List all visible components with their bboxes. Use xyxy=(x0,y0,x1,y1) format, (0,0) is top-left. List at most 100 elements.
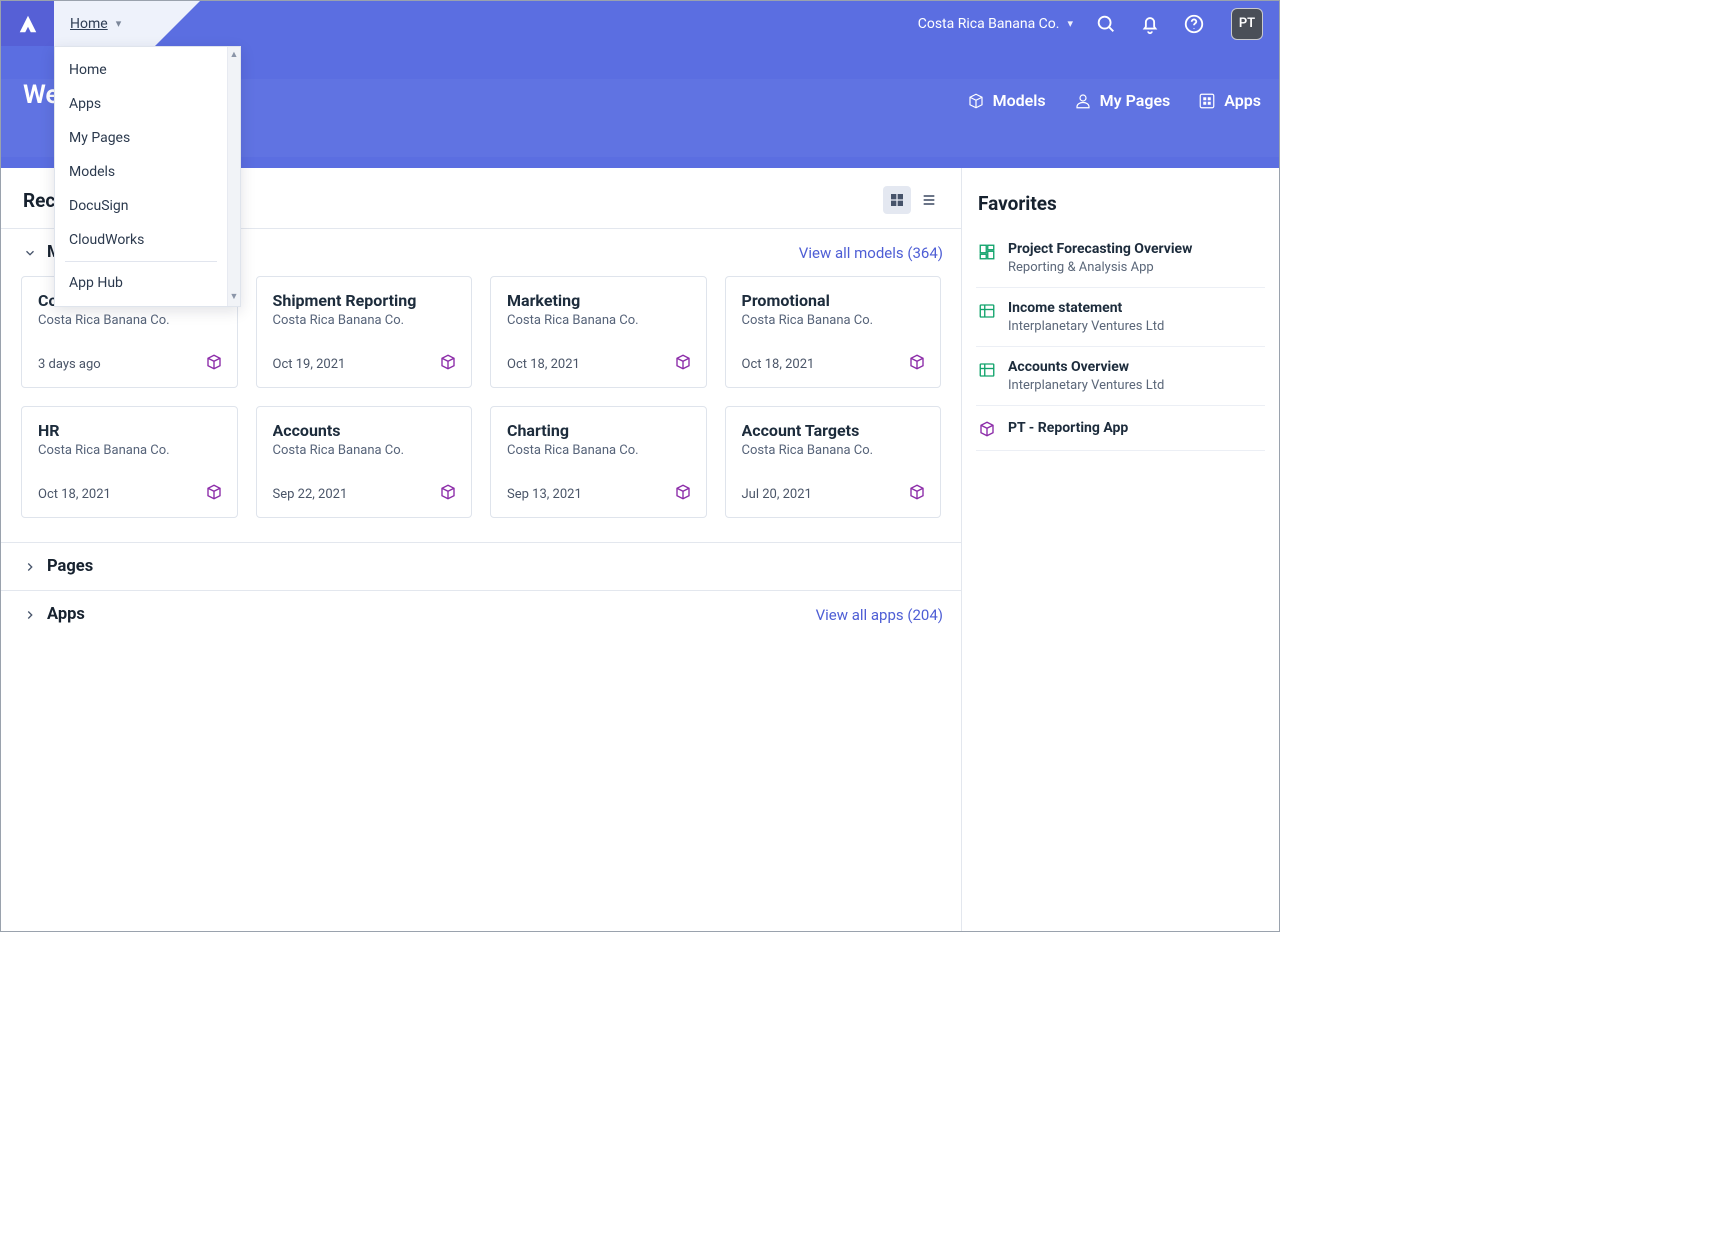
app-logo[interactable] xyxy=(1,1,54,46)
model-card-title: Marketing xyxy=(507,291,692,310)
favorite-subtitle: Interplanetary Ventures Ltd xyxy=(1008,319,1164,334)
model-card-date: Sep 13, 2021 xyxy=(507,487,582,502)
favorite-title: Income statement xyxy=(1008,300,1164,316)
model-card-title: HR xyxy=(38,421,223,440)
models-grid: Costa Rica BananaCosta Rica Banana Co.3 … xyxy=(1,276,961,542)
model-icon xyxy=(674,353,692,375)
avatar[interactable]: PT xyxy=(1231,8,1263,40)
dropdown-item[interactable]: Models xyxy=(55,155,227,189)
grid-view-button[interactable] xyxy=(883,186,911,214)
models-toggle[interactable] xyxy=(23,246,37,260)
model-card-subtitle: Costa Rica Banana Co. xyxy=(273,443,458,458)
model-card-subtitle: Costa Rica Banana Co. xyxy=(507,313,692,328)
model-card[interactable]: Account Targets Costa Rica Banana Co. Jul … xyxy=(725,406,942,518)
top-icon-bar: PT xyxy=(1095,8,1279,40)
favorite-title: Project Forecasting Overview xyxy=(1008,241,1192,257)
model-card-title: Account Targets xyxy=(742,421,927,440)
model-card[interactable]: AccountsCosta Rica Banana Co.Sep 22, 202… xyxy=(256,406,473,518)
model-card[interactable]: PromotionalCosta Rica Banana Co.Oct 18, … xyxy=(725,276,942,388)
model-icon xyxy=(908,353,926,375)
nav-apps-label: Apps xyxy=(1224,91,1261,110)
model-card-subtitle: Costa Rica Banana Co. xyxy=(742,313,927,328)
model-card-title: Promotional xyxy=(742,291,927,310)
dropdown-item[interactable]: CloudWorks xyxy=(55,223,227,257)
favorite-subtitle: Interplanetary Ventures Ltd xyxy=(1008,378,1164,393)
nav-my-pages[interactable]: My Pages xyxy=(1074,91,1171,110)
favorites-heading: Favorites xyxy=(978,192,1265,215)
pages-toggle[interactable] xyxy=(23,560,37,574)
model-icon xyxy=(205,353,223,375)
apps-section-head: Apps View all apps (204) xyxy=(1,591,961,638)
logo-icon xyxy=(17,13,39,35)
model-card-subtitle: Costa Rica Banana Co. xyxy=(507,443,692,458)
dropdown-item[interactable]: Home xyxy=(55,53,227,87)
model-card-subtitle: Costa Rica Banana Co. xyxy=(38,443,223,458)
topbar: Home ▾ Costa Rica Banana Co. ▾ PT xyxy=(1,1,1279,46)
apps-toggle[interactable] xyxy=(23,608,37,622)
breadcrumb-dropdown[interactable]: HomeAppsMy PagesModelsDocuSignCloudWorks… xyxy=(54,46,241,307)
model-icon xyxy=(439,353,457,375)
pages-heading: Pages xyxy=(47,557,93,576)
right-panel: Favorites Project Forecasting Overview Re… xyxy=(962,168,1279,931)
scroll-up-icon[interactable]: ▲ xyxy=(230,49,239,62)
chevron-down-icon: ▾ xyxy=(116,17,122,30)
workspace-picker[interactable]: Costa Rica Banana Co. ▾ xyxy=(918,16,1073,32)
favorite-item[interactable]: Project Forecasting Overview Reporting & … xyxy=(976,229,1265,288)
favorite-title: Accounts Overview xyxy=(1008,359,1164,375)
dropdown-item[interactable]: Apps xyxy=(55,87,227,121)
chevron-down-icon: ▾ xyxy=(1067,17,1073,30)
bell-icon[interactable] xyxy=(1139,13,1161,35)
dropdown-item[interactable]: DocuSign xyxy=(55,189,227,223)
model-card-date: Jul 20, 2021 xyxy=(742,487,812,502)
nav-models-label: Models xyxy=(993,91,1046,110)
favorite-icon xyxy=(978,302,996,320)
favorite-item[interactable]: Income statement Interplanetary Ventures … xyxy=(976,288,1265,347)
model-icon xyxy=(908,483,926,505)
model-card-date: 3 days ago xyxy=(38,357,101,372)
help-icon[interactable] xyxy=(1183,13,1205,35)
model-card-title: Charting xyxy=(507,421,692,440)
search-icon[interactable] xyxy=(1095,13,1117,35)
dropdown-scrollbar[interactable]: ▲ ▼ xyxy=(227,47,240,306)
pages-section-head: Pages xyxy=(1,543,961,590)
model-card[interactable]: Shipment ReportingCosta Rica Banana Co.O… xyxy=(256,276,473,388)
model-icon xyxy=(439,483,457,505)
favorite-item[interactable]: Accounts Overview Interplanetary Ventures… xyxy=(976,347,1265,406)
model-icon xyxy=(205,483,223,505)
workspace-name: Costa Rica Banana Co. xyxy=(918,16,1060,32)
dropdown-separator xyxy=(65,261,217,262)
nav-apps[interactable]: Apps xyxy=(1198,91,1261,110)
view-all-models-link[interactable]: View all models (364) xyxy=(799,244,943,262)
favorite-icon xyxy=(978,243,996,261)
nav-links: Models My Pages Apps xyxy=(967,91,1261,110)
dropdown-item[interactable]: App Hub xyxy=(55,266,227,300)
model-card-subtitle: Costa Rica Banana Co. xyxy=(38,313,223,328)
view-all-apps-link[interactable]: View all apps (204) xyxy=(816,606,943,624)
view-toggle xyxy=(883,186,943,214)
model-card-subtitle: Costa Rica Banana Co. xyxy=(742,443,927,458)
model-card-date: Sep 22, 2021 xyxy=(273,487,348,502)
model-card-date: Oct 19, 2021 xyxy=(273,357,346,372)
apps-heading: Apps xyxy=(47,605,85,624)
model-card[interactable]: Charting Costa Rica Banana Co. Sep 13, 202… xyxy=(490,406,707,518)
model-card-date: Oct 18, 2021 xyxy=(507,357,580,372)
breadcrumb-tab[interactable]: Home ▾ xyxy=(54,1,155,46)
dropdown-list: HomeAppsMy PagesModelsDocuSignCloudWorks… xyxy=(55,47,227,306)
nav-my-pages-label: My Pages xyxy=(1100,91,1171,110)
model-card-subtitle: Costa Rica Banana Co. xyxy=(273,313,458,328)
favorite-icon xyxy=(978,361,996,379)
nav-models[interactable]: Models xyxy=(967,91,1046,110)
avatar-initials: PT xyxy=(1239,16,1255,31)
model-icon xyxy=(674,483,692,505)
favorite-title: PT - Reporting App xyxy=(1008,420,1128,436)
favorite-item[interactable]: PT - Reporting App xyxy=(976,406,1265,451)
model-card[interactable]: Marketing Costa Rica Banana Co. Oct 18, 20… xyxy=(490,276,707,388)
model-card[interactable]: HR Costa Rica Banana Co. Oct 18, 2021 xyxy=(21,406,238,518)
favorite-icon xyxy=(978,420,996,438)
dropdown-item[interactable]: My Pages xyxy=(55,121,227,155)
favorite-subtitle: Reporting & Analysis App xyxy=(1008,260,1192,275)
scroll-down-icon[interactable]: ▼ xyxy=(230,291,239,304)
model-card-date: Oct 18, 2021 xyxy=(38,487,111,502)
list-view-button[interactable] xyxy=(915,186,943,214)
breadcrumb-home-link[interactable]: Home xyxy=(70,16,108,32)
